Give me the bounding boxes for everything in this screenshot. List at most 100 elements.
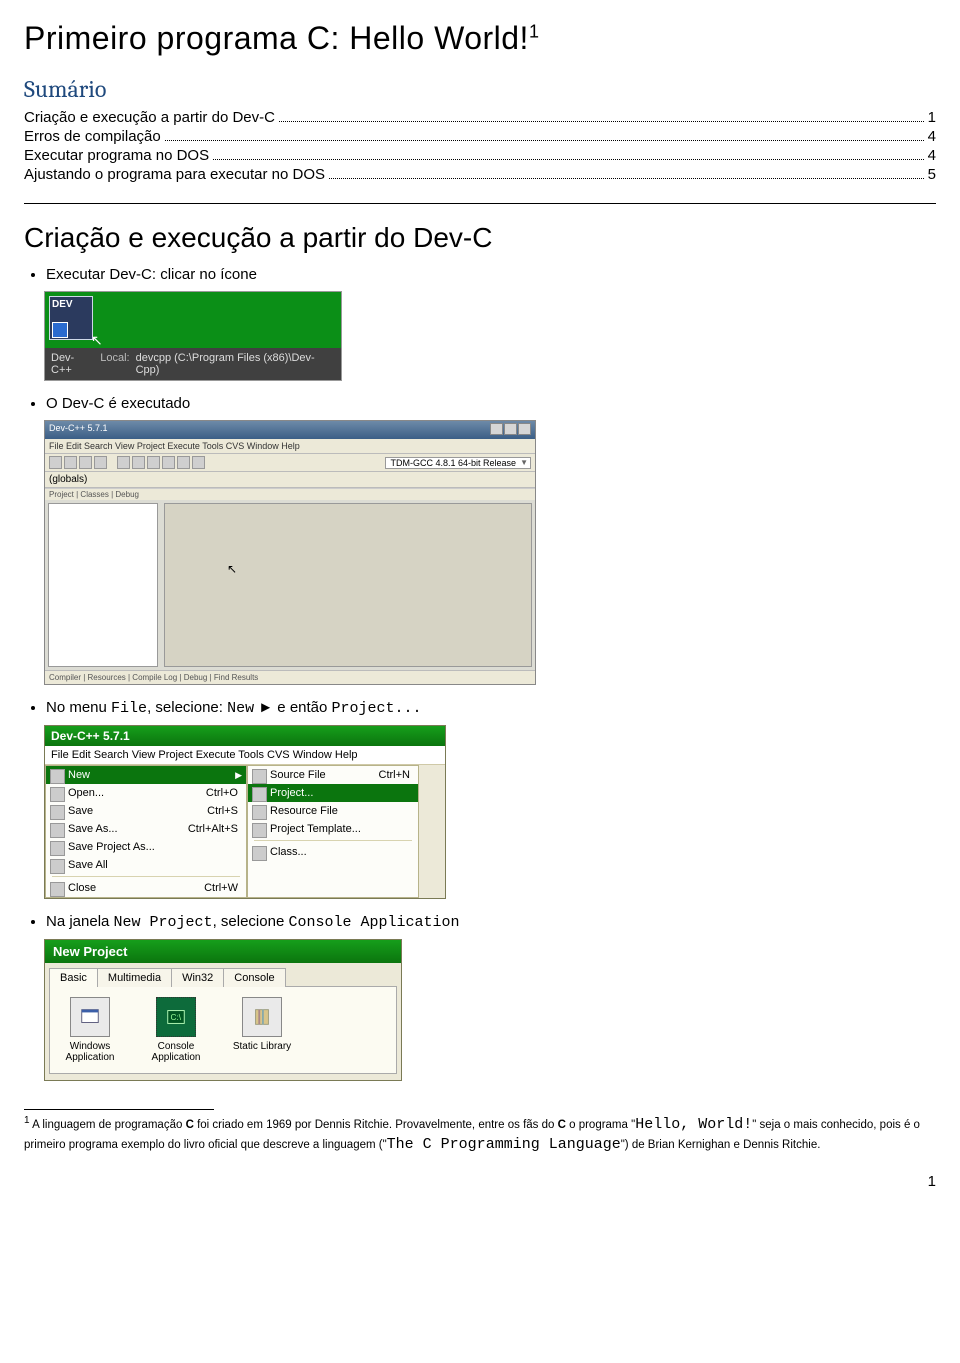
static-lib-icon	[242, 997, 282, 1037]
divider	[24, 203, 936, 204]
bullet-list: O Dev-C é executado	[24, 395, 936, 412]
text: , selecione:	[147, 699, 227, 716]
menu-icon	[252, 805, 267, 820]
toolbar-icon	[147, 456, 160, 469]
screenshot-area: DEV ↖	[45, 292, 341, 348]
menu-label: Close	[68, 882, 96, 894]
text: No menu	[46, 699, 111, 716]
toolbar-icon	[177, 456, 190, 469]
cursor-icon: ↖	[91, 332, 103, 349]
menu-icon	[50, 841, 65, 856]
menu-icon	[252, 787, 267, 802]
close-icon	[518, 423, 531, 435]
menu-label: Save Project As...	[68, 841, 155, 853]
bullet-list: Na janela New Project, selecione Console…	[24, 913, 936, 931]
project-type-console: C:\ Console Application	[144, 997, 208, 1063]
toolbar-row2: (globals)	[45, 472, 535, 488]
toc-leader	[329, 178, 924, 179]
toolbar-icon	[162, 456, 175, 469]
mono-text: New Project	[114, 914, 213, 931]
menu-label: Project Template...	[270, 823, 361, 835]
toolbar-icon	[79, 456, 92, 469]
footnote-text: o programa "	[566, 1119, 635, 1131]
mono-text: Console Application	[288, 914, 459, 931]
globals-combo: (globals)	[49, 474, 87, 485]
menu-divider	[254, 840, 412, 841]
screenshot-file-menu: Dev-C++ 5.7.1 File Edit Search View Proj…	[44, 725, 446, 899]
editor-area: ↖	[164, 503, 532, 667]
footnote-bold: C	[558, 1119, 566, 1131]
title-footnote-mark: 1	[529, 21, 540, 41]
toc-leader	[165, 140, 924, 141]
tab-multimedia: Multimedia	[97, 968, 172, 987]
project-type-label: Static Library	[230, 1041, 294, 1052]
toc-label: Erros de compilação	[24, 128, 161, 145]
toc-entry[interactable]: Criação e execução a partir do Dev-C 1	[24, 109, 936, 126]
screenshot-devc-icon: DEV ↖ Dev-C++ Local: devcpp (C:\Program …	[44, 291, 342, 381]
menu-icon	[50, 882, 65, 897]
taskbar-path: Dev-C++ Local: devcpp (C:\Program Files …	[45, 348, 341, 380]
menu-icon	[50, 823, 65, 838]
menu-shortcut: Ctrl+S	[207, 805, 238, 817]
menu-item-saveprojectas: Save Project As...	[46, 838, 246, 856]
window-titlebar: Dev-C++ 5.7.1	[45, 421, 535, 439]
toolbar-icon	[132, 456, 145, 469]
menu-label: Class...	[270, 846, 307, 858]
bullet-list: No menu File, selecione: New ► e então P…	[24, 699, 936, 717]
title-text: Primeiro programa C: Hello World!	[24, 20, 529, 56]
project-type-label: Windows Application	[58, 1041, 122, 1063]
menu-shortcut: Ctrl+O	[206, 787, 238, 799]
mono-text: File	[111, 700, 147, 717]
section-heading: Criação e execução a partir do Dev-C	[24, 222, 936, 254]
project-type-windows: Windows Application	[58, 997, 122, 1063]
toolbar: TDM-GCC 4.8.1 64-bit Release	[45, 454, 535, 472]
menu-label: New	[68, 769, 90, 781]
devcpp-icon: DEV	[49, 296, 93, 340]
text: ► e então	[254, 699, 331, 716]
svg-text:C:\: C:\	[171, 1013, 182, 1022]
tab-console: Console	[223, 968, 285, 987]
menu-item-close: Close Ctrl+W	[46, 879, 246, 897]
project-type-label: Console Application	[144, 1041, 208, 1063]
menu-label: Save All	[68, 859, 108, 871]
cursor-icon: ↖	[227, 562, 237, 576]
submenu-arrow-icon: ▶	[235, 770, 242, 781]
footnote-text: ") de Brian Kernighan e Dennis Ritchie.	[621, 1139, 821, 1151]
menu-body: New▶ Open...Ctrl+O SaveCtrl+S Save As...…	[45, 765, 445, 898]
footnote: 1 A linguagem de programação C foi criad…	[24, 1114, 936, 1155]
menu-icon	[252, 769, 267, 784]
toc: Criação e execução a partir do Dev-C 1 E…	[24, 109, 936, 183]
menu-shortcut: Ctrl+W	[204, 882, 238, 894]
toc-page: 1	[928, 109, 936, 126]
toc-leader	[279, 121, 924, 122]
maximize-icon	[504, 423, 517, 435]
dialog-title: New Project	[45, 940, 401, 963]
page-title: Primeiro programa C: Hello World!1	[24, 20, 936, 57]
side-tabs: Project | Classes | Debug	[45, 488, 535, 500]
menu-shortcut: Ctrl+N	[379, 769, 410, 781]
toc-entry[interactable]: Executar programa no DOS 4	[24, 147, 936, 164]
window-title: Dev-C++ 5.7.1	[45, 726, 445, 746]
tab-win32: Win32	[171, 968, 224, 987]
toc-label: Criação e execução a partir do Dev-C	[24, 109, 275, 126]
menu-bar: File Edit Search View Project Execute To…	[45, 746, 445, 765]
toolbar-icon	[94, 456, 107, 469]
footnote-text: A linguagem de programação	[30, 1119, 186, 1131]
toc-heading: Sumário	[24, 75, 936, 103]
toolbar-icon	[49, 456, 62, 469]
dialog-tabs: Basic Multimedia Win32 Console	[45, 963, 401, 986]
menu-label: Resource File	[270, 805, 338, 817]
windows-app-icon	[70, 997, 110, 1037]
page-number: 1	[24, 1173, 936, 1190]
footnote-bold: C	[186, 1119, 194, 1131]
taskbar-path-text: devcpp (C:\Program Files (x86)\Dev-Cpp)	[136, 352, 335, 376]
toc-entry[interactable]: Erros de compilação 4	[24, 128, 936, 145]
menu-label: Save	[68, 805, 93, 817]
toc-entry[interactable]: Ajustando o programa para executar no DO…	[24, 166, 936, 183]
toc-label: Executar programa no DOS	[24, 147, 209, 164]
submenu-item-template: Project Template...	[248, 820, 418, 838]
minimize-icon	[490, 423, 503, 435]
bullet-item: O Dev-C é executado	[46, 395, 936, 412]
toc-page: 4	[928, 128, 936, 145]
toolbar-icon	[64, 456, 77, 469]
